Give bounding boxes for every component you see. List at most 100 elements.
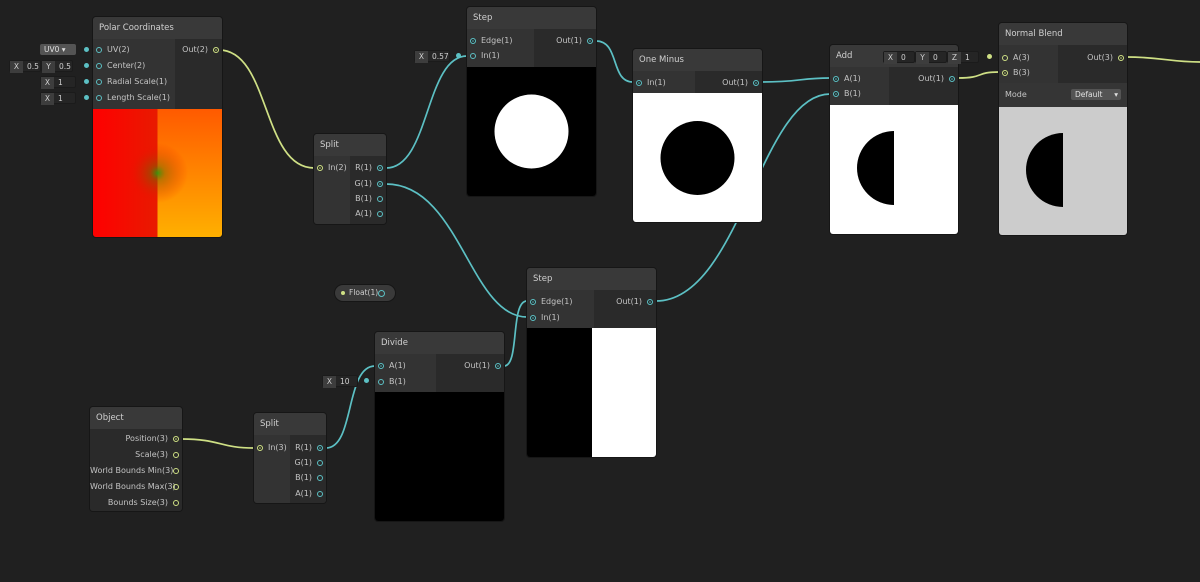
port-icon (96, 94, 102, 101)
port-r[interactable]: R(1) (350, 160, 386, 175)
add-preview (830, 105, 958, 234)
step-node-2[interactable]: Step Edge(1) In(1) Out(1) (527, 268, 656, 457)
port-icon[interactable] (378, 290, 385, 297)
port-g[interactable]: G(1) (290, 455, 326, 470)
port-b[interactable]: B(1) (830, 86, 861, 101)
port-world-bounds-max[interactable]: World Bounds Max(3) (90, 479, 182, 494)
port-g[interactable]: G(1) (350, 176, 386, 191)
port-world-bounds-min[interactable]: World Bounds Min(3) (90, 463, 182, 478)
uv-channel-dropdown[interactable]: UV0 ▾ (40, 44, 76, 55)
port-radial-scale[interactable]: Radial Scale(1) (93, 74, 189, 89)
port-position[interactable]: Position(3) (90, 431, 182, 446)
port-center[interactable]: Center(2) (93, 58, 189, 73)
port-a[interactable]: A(1) (290, 486, 326, 501)
node-title: Step (467, 7, 596, 29)
center-x-field[interactable]: X 0.5 (9, 60, 41, 73)
object-node[interactable]: Object Position(3) Scale(3) World Bounds… (90, 407, 182, 511)
inline-connector-icon (84, 95, 89, 100)
port-a[interactable]: A(1) (375, 358, 406, 373)
node-title: Polar Coordinates (93, 17, 222, 39)
wire-step-to-oneminus (595, 40, 634, 83)
split-node-2[interactable]: Split In(3) R(1) G(1) B(1) A(1) (254, 413, 326, 503)
float-property-node[interactable]: Float(1) (335, 285, 395, 301)
port-icon (1002, 54, 1008, 61)
port-r[interactable]: R(1) (290, 440, 326, 455)
port-icon (317, 490, 323, 497)
inline-connector-icon (84, 63, 89, 68)
node-title: Split (254, 413, 326, 435)
step2-preview (527, 328, 656, 457)
port-icon (378, 362, 384, 369)
port-out[interactable]: Out(1) (594, 294, 656, 309)
mode-dropdown[interactable]: Default ▾ (1071, 89, 1121, 100)
port-icon (1118, 54, 1124, 61)
port-in[interactable]: In(1) (633, 75, 666, 90)
inline-connector-icon (84, 79, 89, 84)
normal-blend-node[interactable]: Normal Blend A(3) B(3) Out(3) Mode Defau… (999, 23, 1127, 235)
port-scale[interactable]: Scale(3) (90, 447, 182, 462)
port-bounds-size[interactable]: Bounds Size(3) (90, 495, 182, 510)
port-icon (96, 46, 102, 53)
port-a[interactable]: A(1) (350, 206, 386, 221)
add-preview-image (857, 131, 894, 205)
wire-oneminus-to-add (761, 77, 831, 83)
port-in[interactable]: In(1) (467, 48, 500, 63)
port-b[interactable]: B(1) (290, 470, 326, 485)
port-icon (530, 298, 536, 305)
port-a[interactable]: A(3) (999, 50, 1030, 65)
blend-a-y-field[interactable]: Y0 (915, 51, 947, 64)
center-y-field[interactable]: Y 0.5 (41, 60, 73, 73)
port-a[interactable]: A(1) (830, 71, 861, 86)
node-title: One Minus (633, 49, 762, 71)
add-node[interactable]: Add A(1) B(1) Out(1) (830, 45, 958, 234)
inline-connector-icon (456, 53, 461, 58)
port-icon (470, 52, 476, 59)
port-b[interactable]: B(1) (350, 191, 386, 206)
one-minus-node[interactable]: One Minus In(1) Out(1) (633, 49, 762, 222)
polar-preview (93, 109, 222, 237)
divide-node[interactable]: Divide A(1) B(1) Out(1) (375, 332, 504, 521)
port-icon (470, 37, 476, 44)
polar-preview-image (93, 109, 222, 237)
port-in[interactable]: In(3) (254, 440, 287, 455)
port-in[interactable]: In(2) (314, 160, 347, 175)
radial-scale-field[interactable]: X1 (40, 76, 76, 89)
wire-split-g-to-step2-in (385, 183, 528, 318)
port-out[interactable]: Out(1) (436, 358, 504, 373)
port-out[interactable]: Out(1) (695, 75, 762, 90)
port-length-scale[interactable]: Length Scale(1) (93, 90, 189, 105)
port-icon (377, 180, 383, 187)
port-icon (173, 483, 179, 490)
port-icon (378, 378, 384, 385)
port-icon (317, 459, 323, 466)
blend-preview (999, 107, 1127, 235)
length-scale-field[interactable]: X1 (40, 92, 76, 105)
wire-polar-to-split (218, 49, 315, 169)
port-edge[interactable]: Edge(1) (467, 33, 512, 48)
port-icon (173, 435, 179, 442)
oneminus-preview (633, 93, 762, 222)
inline-connector-icon (364, 378, 369, 383)
port-out[interactable]: Out(3) (1058, 50, 1127, 65)
port-b[interactable]: B(3) (999, 65, 1030, 80)
step1-preview (467, 67, 596, 196)
port-out[interactable]: Out(1) (889, 71, 958, 86)
port-edge[interactable]: Edge(1) (527, 294, 572, 309)
split-node-1[interactable]: Split In(2) R(1) G(1) B(1) A(1) (314, 134, 386, 224)
port-out[interactable]: Out(2) (175, 42, 222, 57)
step-node-1[interactable]: Step Edge(1) In(1) Out(1) (467, 7, 596, 196)
port-icon (173, 467, 179, 474)
inline-connector-icon (84, 47, 89, 52)
inline-connector-icon (987, 54, 992, 59)
mode-row: Mode Default ▾ (999, 83, 1127, 107)
port-out[interactable]: Out(1) (534, 33, 596, 48)
port-b[interactable]: B(1) (375, 374, 406, 389)
blend-a-z-field[interactable]: Z1 (947, 51, 979, 64)
step-edge-field[interactable]: X 0.57 (414, 50, 450, 63)
port-in[interactable]: In(1) (527, 310, 560, 325)
blend-a-x-field[interactable]: X0 (883, 51, 915, 64)
divide-b-field[interactable]: X 10 (322, 375, 358, 388)
divide-preview (375, 392, 504, 521)
port-icon (647, 298, 653, 305)
polar-coordinates-node[interactable]: Polar Coordinates UV(2) Center(2) Radial… (93, 17, 222, 237)
